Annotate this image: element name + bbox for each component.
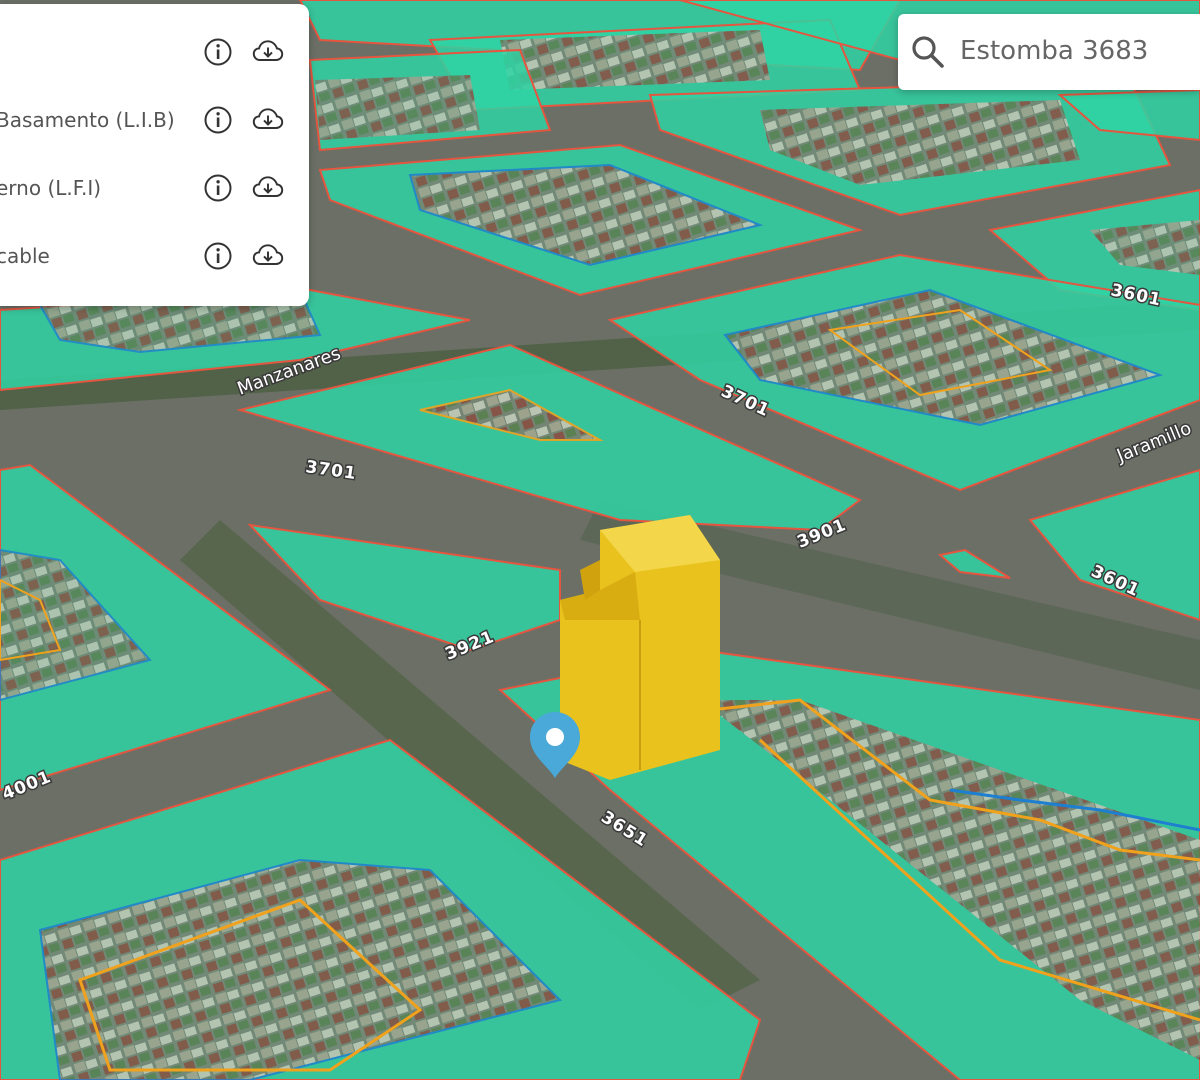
cloud-download-icon[interactable]	[252, 240, 284, 272]
layer-label: erno (L.F.I)	[0, 176, 102, 200]
layer-panel: Basamento (L.I.B) erno (L.F.I) cable	[0, 4, 309, 306]
cloud-download-icon[interactable]	[252, 36, 284, 68]
layer-row[interactable]: cable	[0, 236, 309, 276]
cloud-download-icon[interactable]	[252, 172, 284, 204]
search-box	[898, 14, 1200, 90]
search-icon[interactable]	[910, 34, 946, 70]
info-icon[interactable]	[202, 36, 234, 68]
search-input[interactable]	[960, 28, 1196, 74]
layer-row[interactable]	[0, 32, 309, 72]
info-icon[interactable]	[202, 104, 234, 136]
layer-label: cable	[0, 244, 50, 268]
map-viewport: 3651 3921 3701 3901 3601 4001 3601 3701 …	[0, 0, 1200, 1080]
layer-row[interactable]: Basamento (L.I.B)	[0, 100, 309, 140]
info-icon[interactable]	[202, 240, 234, 272]
cloud-download-icon[interactable]	[252, 104, 284, 136]
layer-row[interactable]: erno (L.F.I)	[0, 168, 309, 208]
info-icon[interactable]	[202, 172, 234, 204]
layer-label: Basamento (L.I.B)	[0, 108, 175, 132]
